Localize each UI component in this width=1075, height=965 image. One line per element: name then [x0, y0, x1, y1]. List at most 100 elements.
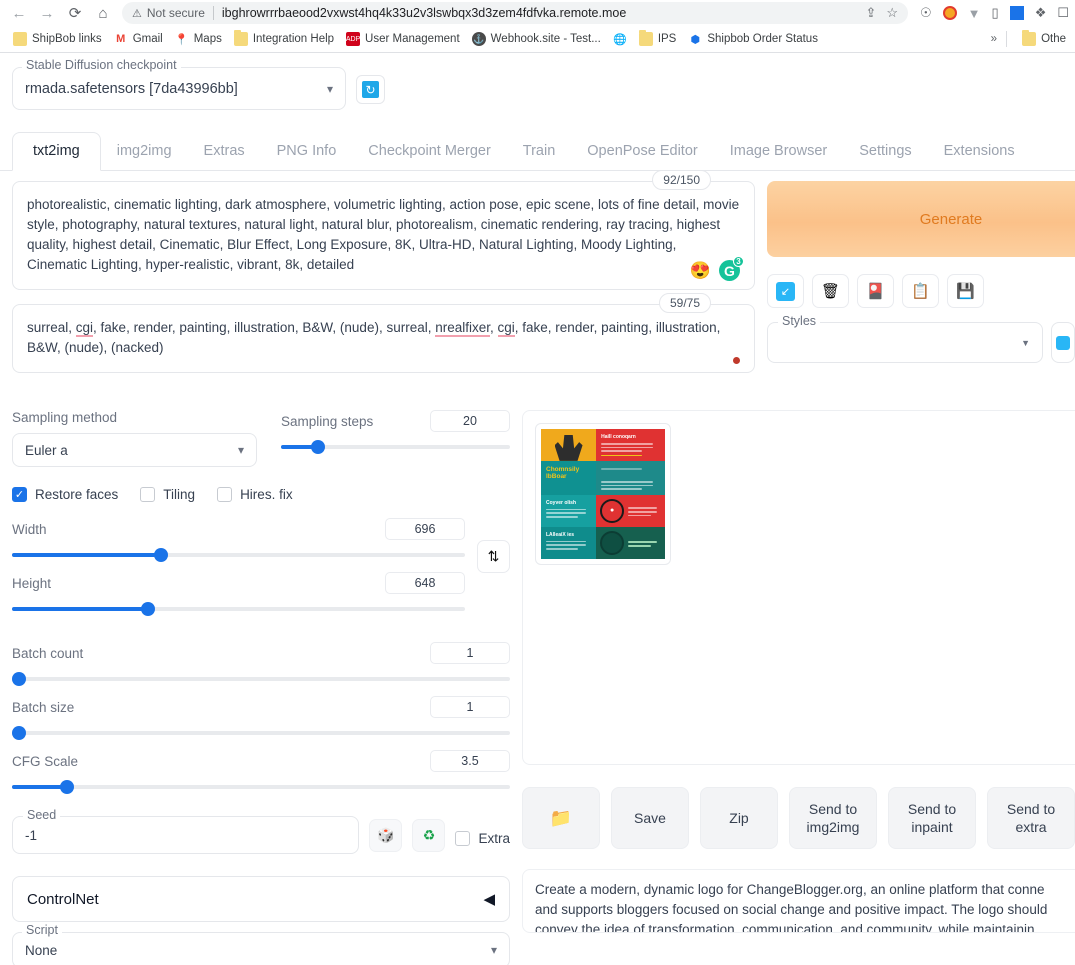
address-bar[interactable]: ⚠ Not secure ibghrowrrrbaeood2vxwst4hq4k…: [122, 2, 908, 24]
emoji-extension-icon[interactable]: [942, 6, 957, 20]
sampling-method-label: Sampling method: [12, 410, 118, 425]
checkpoint-select[interactable]: rmada.safetensors [7da43996bb] ▾: [12, 67, 346, 110]
apply-style-button[interactable]: [1051, 322, 1075, 363]
tab-extensions[interactable]: Extensions: [928, 133, 1031, 170]
slider-thumb[interactable]: [12, 726, 26, 740]
reuse-seed-recycle-icon[interactable]: ♻: [412, 819, 446, 852]
bookmark-globe[interactable]: 🌐: [607, 30, 633, 48]
controlnet-label: ControlNet: [27, 890, 99, 908]
bookmark-maps[interactable]: 📍 Maps: [169, 30, 228, 48]
sampling-steps-input[interactable]: 20: [430, 410, 510, 432]
random-seed-dice-icon[interactable]: 🎲: [369, 819, 403, 852]
seed-input[interactable]: Seed -1: [12, 808, 360, 854]
controlnet-accordion[interactable]: ControlNet ◀: [12, 876, 510, 922]
bookmark-webhook-site[interactable]: ⚓ Webhook.site - Test...: [466, 30, 607, 48]
results-panel: Haill conoqarn Chomnsily lbBoar Coyver o…: [522, 410, 1075, 965]
prompt-input[interactable]: photorealistic, cinematic lighting, dark…: [12, 181, 755, 290]
poster-cell-text: [596, 461, 665, 495]
bookmark-integration-help[interactable]: Integration Help: [228, 30, 340, 48]
swap-dimensions-button[interactable]: ⇅: [477, 540, 510, 573]
slider-thumb[interactable]: [154, 548, 169, 562]
bookmark-label: IPS: [657, 33, 677, 45]
tab-png-info[interactable]: PNG Info: [261, 133, 353, 170]
clipboard-icon[interactable]: 📋: [902, 274, 939, 308]
bookmark-ips[interactable]: IPS: [633, 30, 683, 48]
refresh-checkpoints-button[interactable]: ↻: [356, 75, 385, 104]
batch-size-input[interactable]: 1: [430, 696, 510, 718]
bookmarks-overflow-button[interactable]: »: [991, 33, 997, 45]
puzzle-extension-icon[interactable]: ❖: [1035, 5, 1047, 21]
batch-size-slider[interactable]: [12, 726, 510, 740]
gallery-thumbnail[interactable]: Haill conoqarn Chomnsily lbBoar Coyver o…: [535, 423, 671, 565]
tab-extras[interactable]: Extras: [188, 133, 261, 170]
tab-train[interactable]: Train: [507, 133, 572, 170]
script-select[interactable]: None ▾: [12, 932, 510, 965]
bookmark-shipbob-order-status[interactable]: ⬢ Shipbob Order Status: [682, 30, 824, 48]
prompt-text: photorealistic, cinematic lighting, dark…: [27, 197, 740, 272]
grammarly-icon[interactable]: G 3: [719, 256, 744, 281]
tiling-checkbox[interactable]: Tiling: [140, 487, 195, 502]
back-icon[interactable]: ←: [6, 2, 32, 24]
height-slider[interactable]: [12, 602, 465, 616]
cfg-scale-input[interactable]: 3.5: [430, 750, 510, 772]
slider-fill: [12, 607, 148, 611]
bookmark-user-management[interactable]: ADP User Management: [340, 30, 466, 48]
reload-icon[interactable]: ⟳: [62, 2, 88, 24]
desktop-extension-icon[interactable]: ▯: [992, 5, 999, 21]
width-slider[interactable]: [12, 548, 465, 562]
slider-thumb[interactable]: [12, 672, 26, 686]
slider-thumb[interactable]: [59, 780, 74, 794]
slider-thumb[interactable]: [140, 602, 155, 616]
send-to-inpaint-button[interactable]: Send to inpaint: [888, 787, 976, 849]
grid-extension-icon[interactable]: [1009, 6, 1024, 20]
sampling-steps-slider[interactable]: [281, 440, 510, 454]
profile-icon[interactable]: ☐: [1057, 5, 1069, 21]
home-icon[interactable]: ⌂: [90, 2, 116, 24]
sampling-method-select[interactable]: Euler a ▾: [12, 433, 257, 467]
dimensions-block: Width 696 Height 648 ⇅: [12, 518, 510, 626]
vimeo-extension-icon[interactable]: ▼: [968, 6, 981, 21]
gmail-icon: M: [116, 33, 126, 45]
save-button[interactable]: Save: [611, 787, 689, 849]
bookmarks-bar: ShipBob links M Gmail 📍 Maps Integration…: [0, 26, 1075, 53]
batch-count-input[interactable]: 1: [430, 642, 510, 664]
styles-dropdown[interactable]: Styles ▼: [767, 314, 1043, 363]
tab-txt2img[interactable]: txt2img: [12, 132, 101, 171]
emoji-icon[interactable]: 😍: [690, 261, 711, 281]
trash-icon[interactable]: 🗑: [812, 274, 849, 308]
bookmark-star-icon[interactable]: ☆: [886, 5, 898, 21]
forward-icon[interactable]: →: [34, 2, 60, 24]
seed-legend: Seed: [23, 808, 61, 822]
tab-settings[interactable]: Settings: [843, 133, 927, 170]
save-style-icon[interactable]: 💾: [947, 274, 984, 308]
slider-thumb[interactable]: [310, 440, 325, 454]
script-field: Script None ▾: [12, 923, 510, 965]
list-icon: [13, 32, 27, 46]
bookmark-shipbob-links[interactable]: ShipBob links: [7, 30, 108, 48]
width-input[interactable]: 696: [385, 518, 465, 540]
negative-prompt-input[interactable]: surreal, cgi, fake, render, painting, il…: [12, 304, 755, 373]
generate-button[interactable]: Generate: [767, 181, 1075, 257]
extra-seed-checkbox[interactable]: Extra: [455, 831, 510, 846]
paste-arrow-icon[interactable]: ↙: [767, 274, 804, 308]
tab-openpose-editor[interactable]: OpenPose Editor: [571, 133, 713, 170]
tab-checkpoint-merger[interactable]: Checkpoint Merger: [352, 133, 507, 170]
bookmark-gmail[interactable]: M Gmail: [108, 30, 169, 48]
screenshot-extension-icon[interactable]: ☉: [920, 5, 932, 21]
tab-img2img[interactable]: img2img: [101, 133, 188, 170]
extra-networks-icon[interactable]: 🎴: [857, 274, 894, 308]
batch-count-slider[interactable]: [12, 672, 510, 686]
height-input[interactable]: 648: [385, 572, 465, 594]
zip-button[interactable]: Zip: [700, 787, 778, 849]
open-folder-button[interactable]: 📁: [522, 787, 600, 849]
send-to-img2img-button[interactable]: Send to img2img: [789, 787, 877, 849]
hires-fix-checkbox[interactable]: Hires. fix: [217, 487, 293, 502]
send-to-extras-button[interactable]: Send to extra: [987, 787, 1075, 849]
chevron-down-icon: ▼: [1021, 337, 1030, 348]
restore-faces-checkbox[interactable]: ✓ Restore faces: [12, 487, 118, 502]
share-icon[interactable]: ⇪: [865, 5, 876, 21]
tab-image-browser[interactable]: Image Browser: [714, 133, 844, 170]
bookmark-other[interactable]: Othe: [1016, 30, 1066, 48]
cfg-scale-slider[interactable]: [12, 780, 510, 794]
result-gallery[interactable]: Haill conoqarn Chomnsily lbBoar Coyver o…: [522, 410, 1075, 765]
